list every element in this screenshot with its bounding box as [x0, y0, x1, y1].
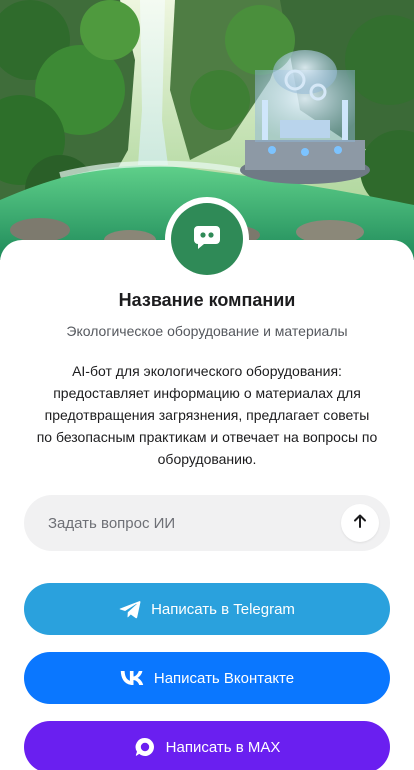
telegram-icon: [119, 600, 141, 619]
company-name: Название компании: [118, 290, 296, 310]
telegram-button[interactable]: Написать в Telegram: [24, 583, 390, 635]
vk-button[interactable]: Написать Вконтакте: [24, 652, 390, 704]
vk-icon: [120, 671, 144, 685]
vk-button-label: Написать Вконтакте: [153, 669, 295, 687]
max-button-label: Написать в MAX: [165, 738, 281, 756]
send-button[interactable]: [341, 504, 379, 542]
max-icon: [134, 736, 156, 758]
company-description: AI-бот для экологического оборудования: …: [36, 363, 378, 467]
avatar: [171, 203, 243, 275]
max-button[interactable]: Написать в MAX: [24, 721, 390, 770]
arrow-up-icon: [352, 513, 368, 534]
chat-bot-icon: [192, 224, 222, 255]
telegram-button-label: Написать в Telegram: [151, 600, 295, 618]
company-tagline: Экологическое оборудование и материалы: [66, 323, 348, 339]
company-avatar-ring: [165, 197, 249, 281]
ask-ai-input[interactable]: [48, 514, 341, 532]
ask-ai-bar: [24, 495, 390, 551]
